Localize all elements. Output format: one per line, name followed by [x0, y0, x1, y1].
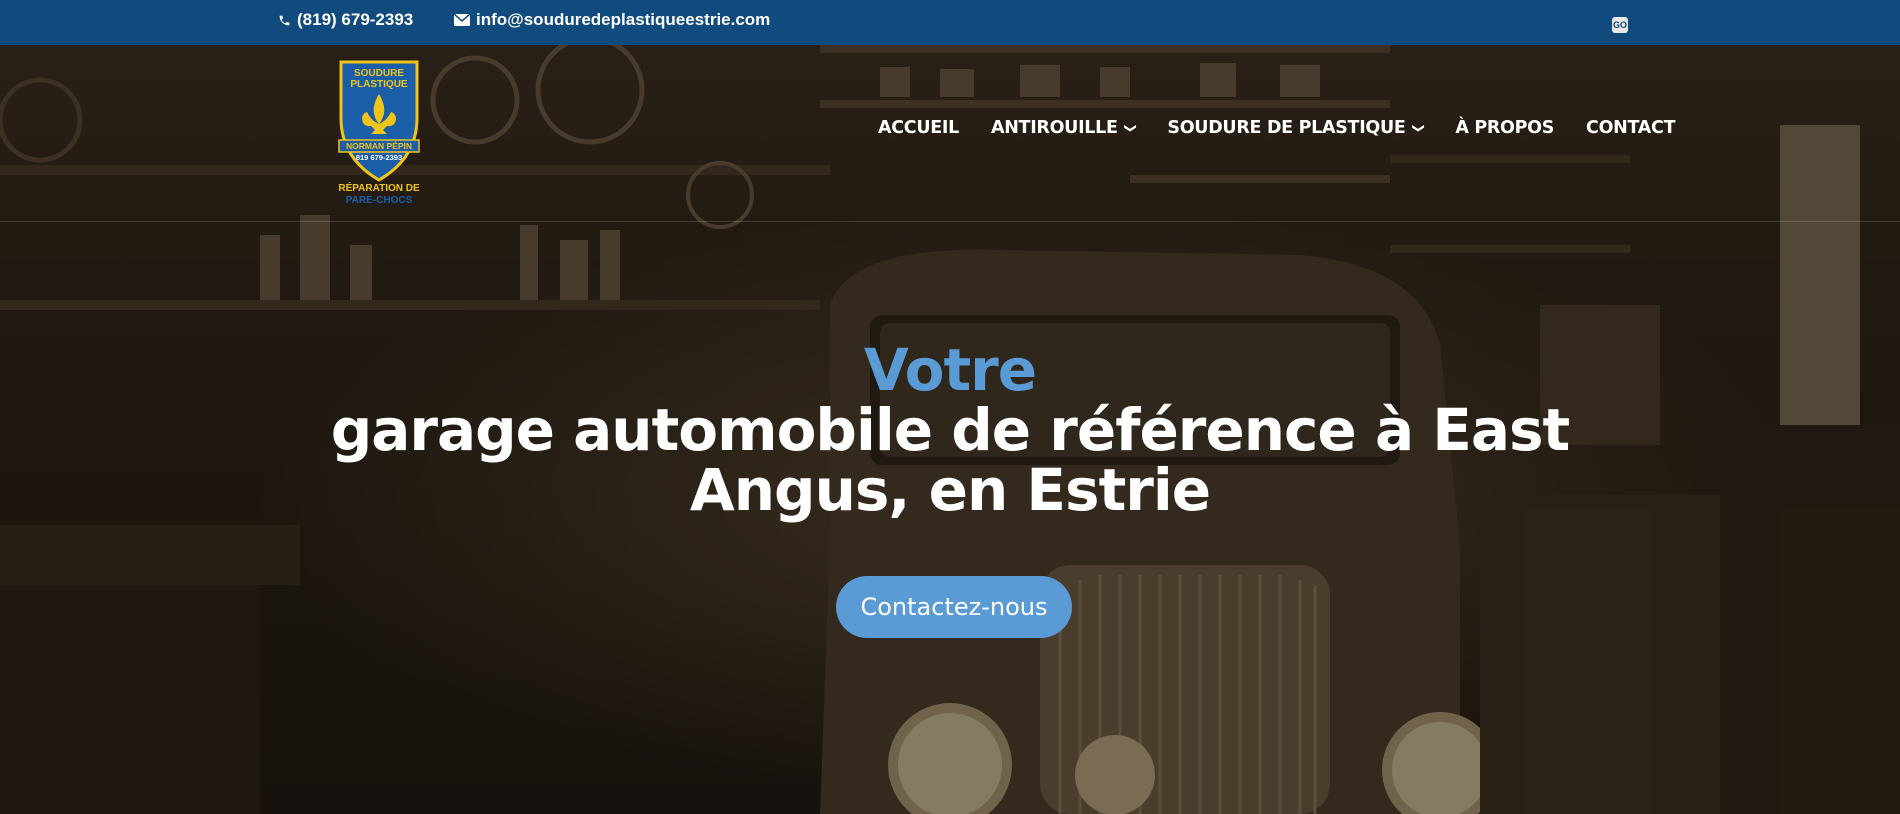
social-icon[interactable]: GO	[1612, 17, 1628, 33]
cta-label: Contactez-nous	[860, 593, 1048, 621]
phone-link[interactable]: (819) 679-2393	[278, 0, 413, 40]
social-icon-label: GO	[1612, 20, 1627, 30]
nav-item-label: CONTACT	[1586, 118, 1676, 138]
header-divider	[0, 221, 1900, 222]
fleur-de-lis-shield-icon: SOUDURE PLASTIQUE NORMAN PÉPIN 819 679-2…	[338, 60, 420, 206]
nav-item-antirouille[interactable]: ANTIROUILLE ❯	[990, 118, 1138, 138]
nav-item-label: ANTIROUILLE	[990, 118, 1118, 138]
top-bar: (819) 679-2393 info@souduredeplastiquees…	[0, 0, 1900, 45]
email-link[interactable]: info@souduredeplastiqueestrie.com	[454, 0, 770, 40]
contact-cta-button[interactable]: Contactez-nous	[836, 576, 1072, 638]
logo-phone: 819 679-2393	[356, 153, 402, 162]
logo-line2: PLASTIQUE	[350, 79, 408, 90]
nav-item-label: À PROPOS	[1455, 118, 1555, 138]
nav-item-accueil[interactable]: ACCUEIL	[878, 118, 959, 138]
logo-name: NORMAN PÉPIN	[346, 141, 412, 151]
chevron-down-icon: ❯	[1123, 123, 1138, 133]
envelope-icon	[454, 14, 470, 26]
hero-headline: garage automobile de référence à East An…	[330, 396, 1571, 524]
site-logo[interactable]: SOUDURE PLASTIQUE NORMAN PÉPIN 819 679-2…	[331, 58, 427, 213]
phone-icon	[279, 15, 290, 25]
email-address: info@souduredeplastiqueestrie.com	[476, 10, 771, 29]
hero-accent-word: Votre	[863, 336, 1037, 404]
logo-caption1: RÉPARATION DE	[338, 181, 420, 194]
chevron-down-icon: ❯	[1411, 123, 1426, 133]
nav-item-label: SOUDURE DE PLASTIQUE	[1167, 118, 1406, 138]
main-nav: ACCUEIL ANTIROUILLE ❯ SOUDURE DE PLASTIQ…	[878, 118, 1676, 138]
logo-line1: SOUDURE	[354, 68, 404, 79]
nav-item-label: ACCUEIL	[878, 118, 959, 138]
nav-item-contact[interactable]: CONTACT	[1586, 118, 1675, 138]
nav-item-soudure-de-plastique[interactable]: SOUDURE DE PLASTIQUE ❯	[1167, 118, 1426, 138]
logo-caption2: PARE-CHOCS	[346, 195, 413, 206]
hero-heading: Votre garage automobile de référence à E…	[0, 340, 1900, 520]
nav-item-a-propos[interactable]: À PROPOS	[1455, 118, 1554, 138]
phone-number: (819) 679-2393	[297, 10, 414, 29]
